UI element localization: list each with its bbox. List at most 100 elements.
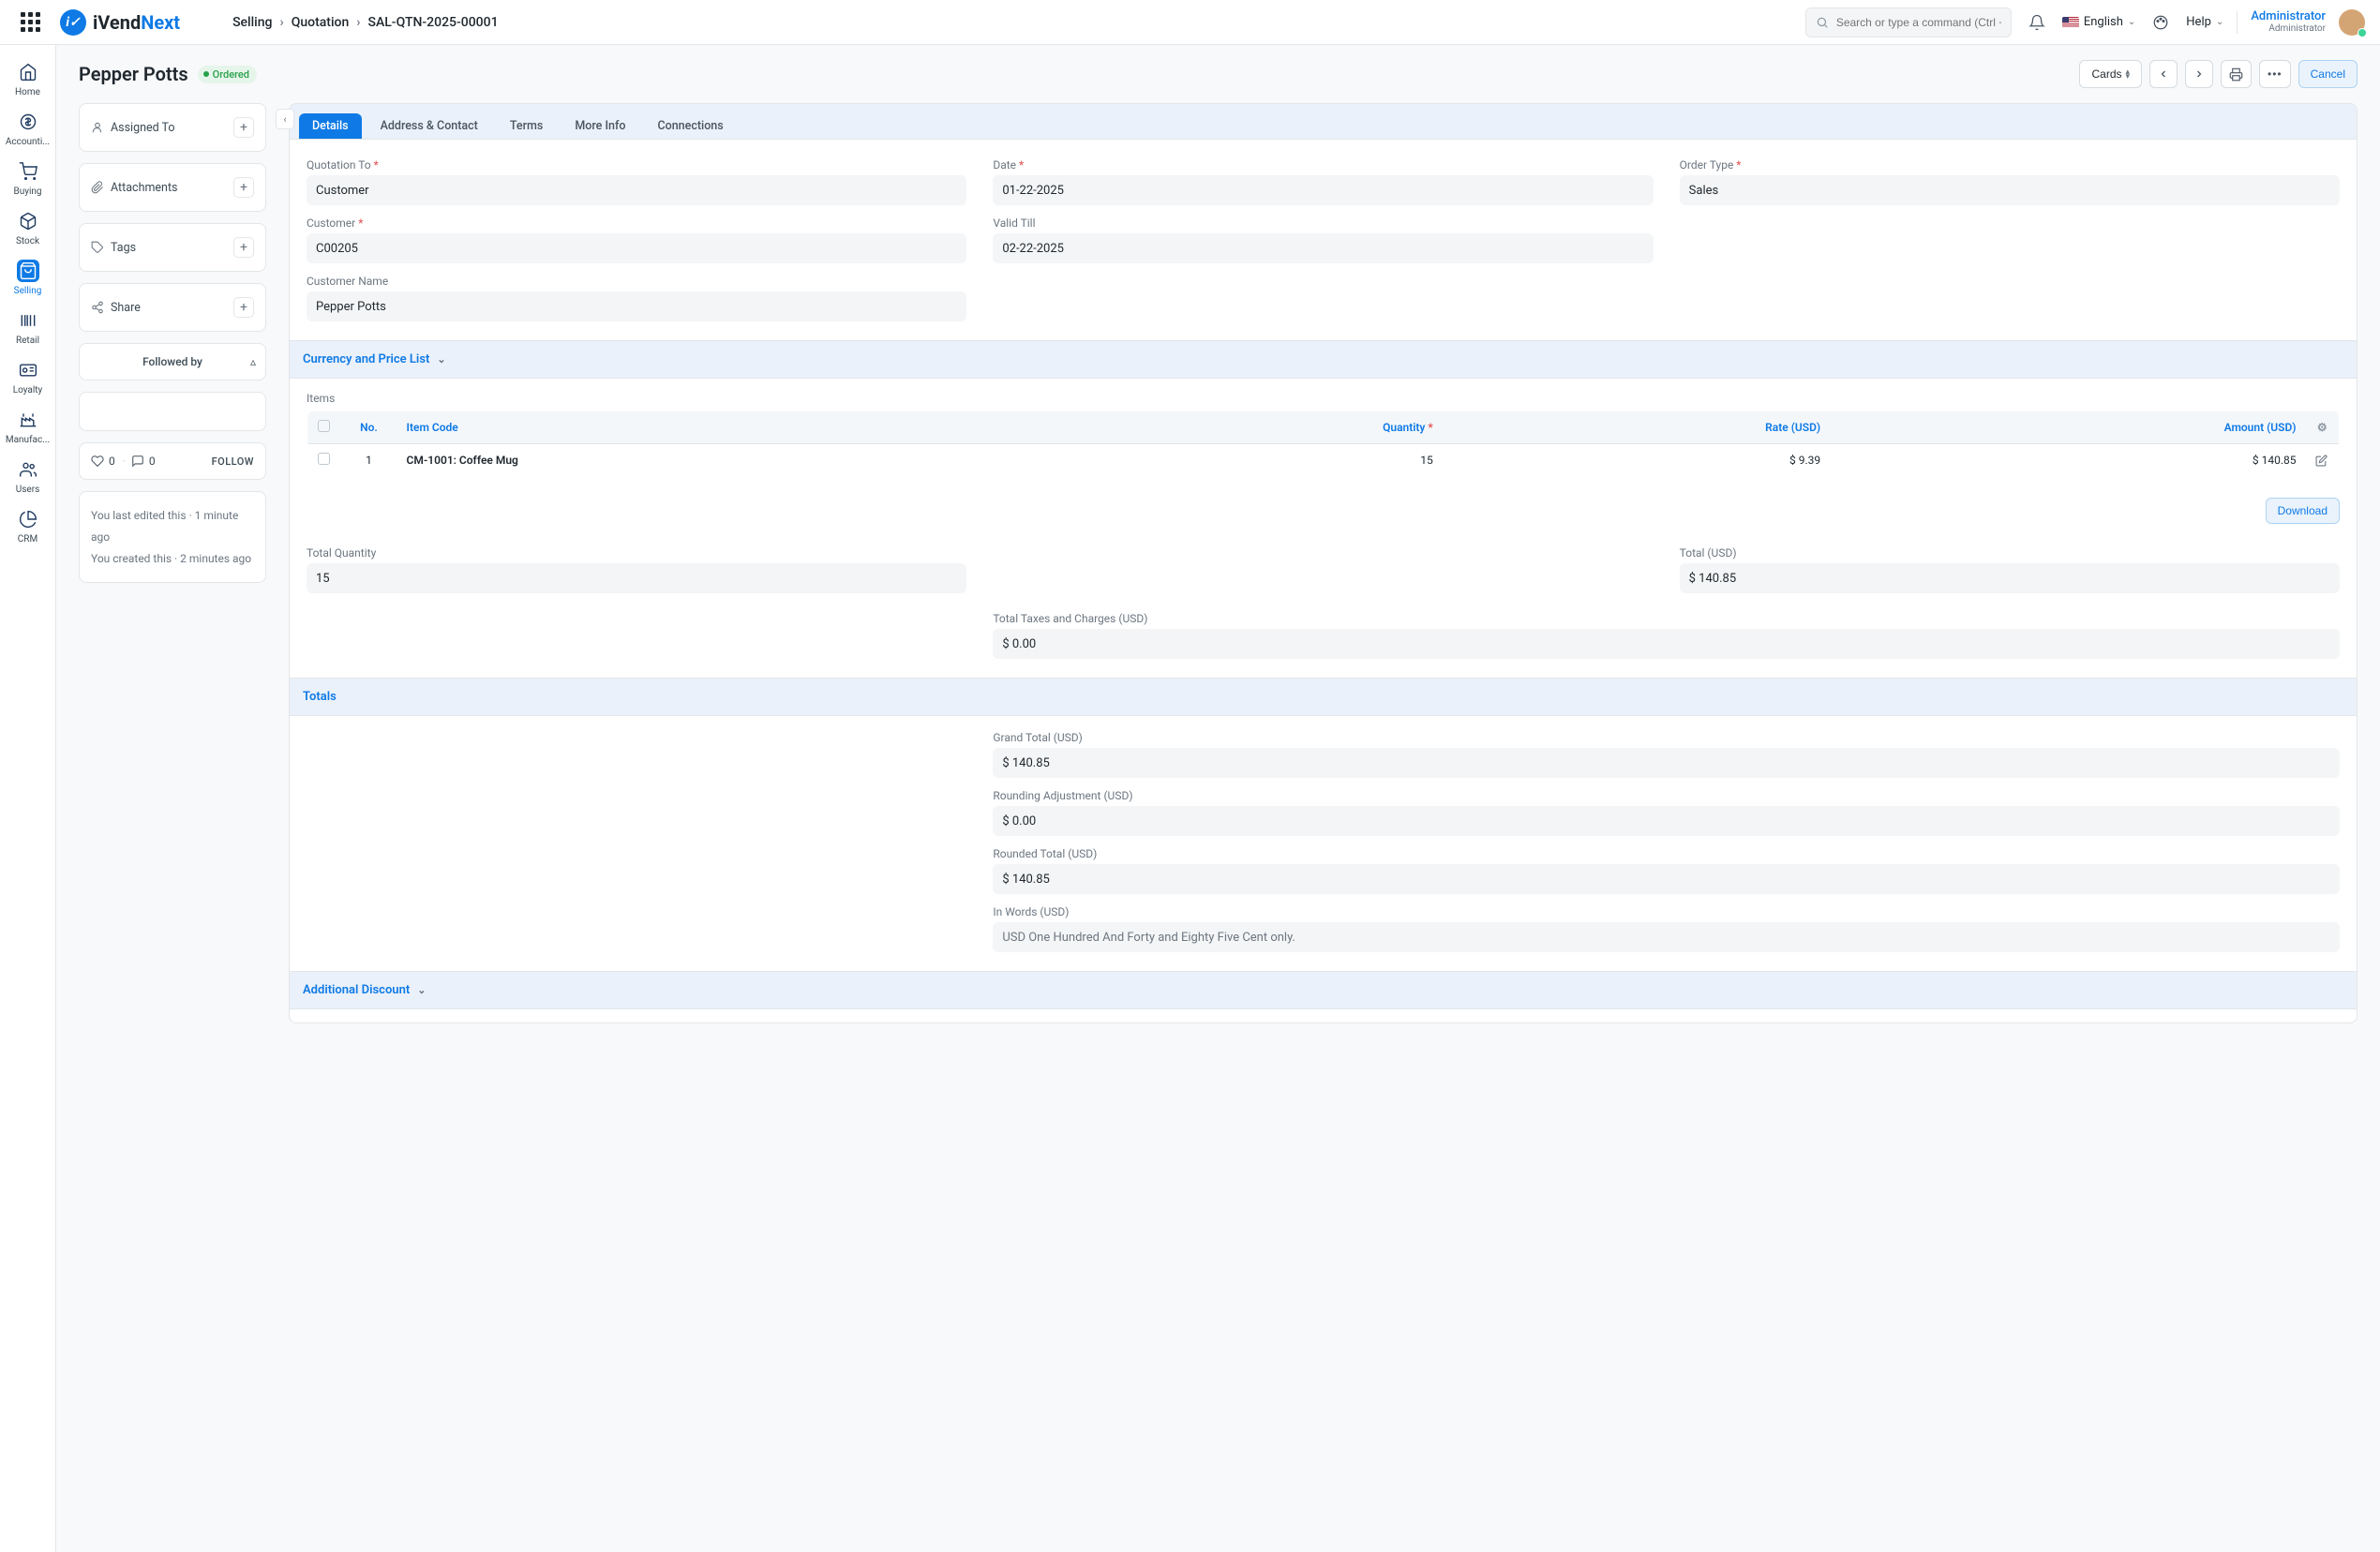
print-button[interactable] — [2221, 60, 2252, 88]
row-rate: $ 9.39 — [1443, 444, 1830, 477]
value: $ 0.00 — [993, 629, 2340, 659]
field-quotation-to: Quotation To Customer — [307, 158, 966, 205]
notifications-button[interactable] — [2025, 10, 2049, 35]
sidebar-label: Selling — [14, 286, 42, 296]
user-icon — [91, 121, 104, 134]
row-item-code: CM-1001: Coffee Mug — [397, 444, 1082, 477]
sidebar-item-manufacturing[interactable]: Manufac... — [0, 402, 56, 452]
home-icon — [19, 63, 37, 82]
breadcrumb-doc-id[interactable]: SAL-QTN-2025-00001 — [367, 15, 498, 30]
sidebar-item-accounting[interactable]: Accounti... — [0, 104, 56, 154]
breadcrumb-sep: › — [356, 15, 360, 30]
label: Valid Till — [993, 216, 1653, 230]
field-customer: Customer C00205 — [307, 216, 966, 263]
theme-button[interactable] — [2148, 10, 2173, 35]
sidebar-item-users[interactable]: Users — [0, 452, 56, 501]
assigned-card: Assigned To + — [79, 103, 266, 152]
more-menu-button[interactable]: ••• — [2259, 60, 2291, 88]
apps-icon — [21, 12, 40, 32]
sidebar-item-home[interactable]: Home — [0, 54, 56, 104]
col-item-code[interactable]: Item Code — [397, 411, 1082, 444]
tab-connections[interactable]: Connections — [644, 113, 736, 139]
follow-button[interactable]: FOLLOW — [212, 455, 254, 468]
breadcrumb-selling[interactable]: Selling — [232, 15, 272, 30]
value: 15 — [307, 563, 966, 593]
chevron-down-icon: ⌄ — [437, 353, 445, 366]
sidebar-item-loyalty[interactable]: Loyalty — [0, 352, 56, 402]
value: $ 140.85 — [993, 864, 2340, 894]
comments[interactable]: 0 — [131, 455, 156, 468]
col-no[interactable]: No. — [341, 411, 397, 444]
section-additional-discount[interactable]: Additional Discount ⌄ — [290, 971, 2357, 1009]
section-label: Additional Discount — [303, 983, 410, 997]
sidebar-item-crm[interactable]: CRM — [0, 501, 56, 551]
col-amount[interactable]: Amount (USD) — [1830, 411, 2305, 444]
download-button[interactable]: Download — [2266, 498, 2340, 524]
global-search[interactable] — [1805, 7, 2012, 37]
value[interactable]: C00205 — [307, 233, 966, 263]
flag-us-icon — [2062, 17, 2079, 28]
prev-button[interactable] — [2149, 60, 2178, 88]
sidebar-item-stock[interactable]: Stock — [0, 203, 56, 253]
avatar[interactable] — [2339, 9, 2365, 36]
sidebar-label: Stock — [16, 236, 39, 246]
likes[interactable]: 0 — [91, 455, 115, 468]
section-totals[interactable]: Totals — [290, 678, 2357, 716]
row-edit[interactable] — [2306, 444, 2340, 477]
section-label: Currency and Price List — [303, 352, 429, 366]
user-role: Administrator — [2251, 23, 2326, 34]
help-menu[interactable]: Help ⌄ — [2186, 15, 2223, 29]
tab-terms[interactable]: Terms — [497, 113, 556, 139]
search-input[interactable] — [1836, 16, 2001, 29]
page-title: Pepper Potts — [79, 63, 188, 85]
paperclip-icon — [91, 181, 104, 194]
add-attachment-button[interactable]: + — [233, 177, 254, 198]
user-info[interactable]: Administrator Administrator — [2251, 10, 2326, 34]
tab-address[interactable]: Address & Contact — [367, 113, 491, 139]
cancel-button[interactable]: Cancel — [2298, 60, 2358, 88]
apps-menu-button[interactable] — [15, 7, 45, 37]
row-checkbox[interactable] — [318, 453, 330, 465]
value[interactable]: Sales — [1680, 175, 2340, 205]
value[interactable]: 01-22-2025 — [993, 175, 1653, 205]
col-quantity[interactable]: Quantity — [1081, 411, 1443, 444]
col-settings[interactable]: ⚙ — [2306, 411, 2340, 444]
next-button[interactable] — [2185, 60, 2213, 88]
user-name: Administrator — [2251, 10, 2326, 23]
language-selector[interactable]: English ⌄ — [2062, 15, 2135, 29]
value[interactable]: Customer — [307, 175, 966, 205]
details-form: Quotation To Customer Date 01-22-2025 Or… — [290, 140, 2357, 340]
logo[interactable]: i✓ iVendNext — [60, 9, 180, 36]
sidebar-label: CRM — [18, 534, 37, 545]
field-customer-name: Customer Name Pepper Potts — [307, 275, 966, 321]
col-rate[interactable]: Rate (USD) — [1443, 411, 1830, 444]
breadcrumb-quotation[interactable]: Quotation — [292, 15, 350, 30]
tab-more-info[interactable]: More Info — [561, 113, 638, 139]
add-share-button[interactable]: + — [233, 297, 254, 318]
cart-icon — [19, 162, 37, 181]
add-assignee-button[interactable]: + — [233, 117, 254, 138]
tab-details[interactable]: Details — [299, 113, 362, 139]
cards-view-button[interactable]: Cards ▴▾ — [2079, 60, 2142, 88]
row-no: 1 — [341, 444, 397, 477]
tag-icon — [91, 241, 104, 254]
field-in-words: In Words (USD) USD One Hundred And Forty… — [993, 905, 2340, 952]
section-currency-price-list[interactable]: Currency and Price List ⌄ — [290, 340, 2357, 379]
label: Rounded Total (USD) — [993, 847, 2340, 860]
collapse-icon[interactable]: ▵ — [250, 355, 256, 368]
totals-grid: Grand Total (USD) $ 140.85 Rounding Adju… — [290, 716, 2357, 971]
label: Total (USD) — [1680, 546, 2340, 560]
checkbox-all[interactable] — [318, 420, 330, 432]
value[interactable]: 02-22-2025 — [993, 233, 1653, 263]
sidebar-item-retail[interactable]: Retail — [0, 303, 56, 352]
label: Rounding Adjustment (USD) — [993, 789, 2340, 802]
sidebar-label: Buying — [13, 187, 41, 197]
chevron-down-icon: ⌄ — [2128, 17, 2135, 27]
collapse-panel-button[interactable]: ‹ — [276, 109, 294, 129]
table-row[interactable]: 1 CM-1001: Coffee Mug 15 $ 9.39 $ 140.85 — [307, 444, 2340, 477]
add-tag-button[interactable]: + — [233, 237, 254, 258]
sidebar-item-buying[interactable]: Buying — [0, 154, 56, 203]
status-badge: Ordered — [198, 66, 257, 83]
value[interactable]: Pepper Potts — [307, 291, 966, 321]
sidebar-item-selling[interactable]: Selling — [0, 253, 56, 303]
